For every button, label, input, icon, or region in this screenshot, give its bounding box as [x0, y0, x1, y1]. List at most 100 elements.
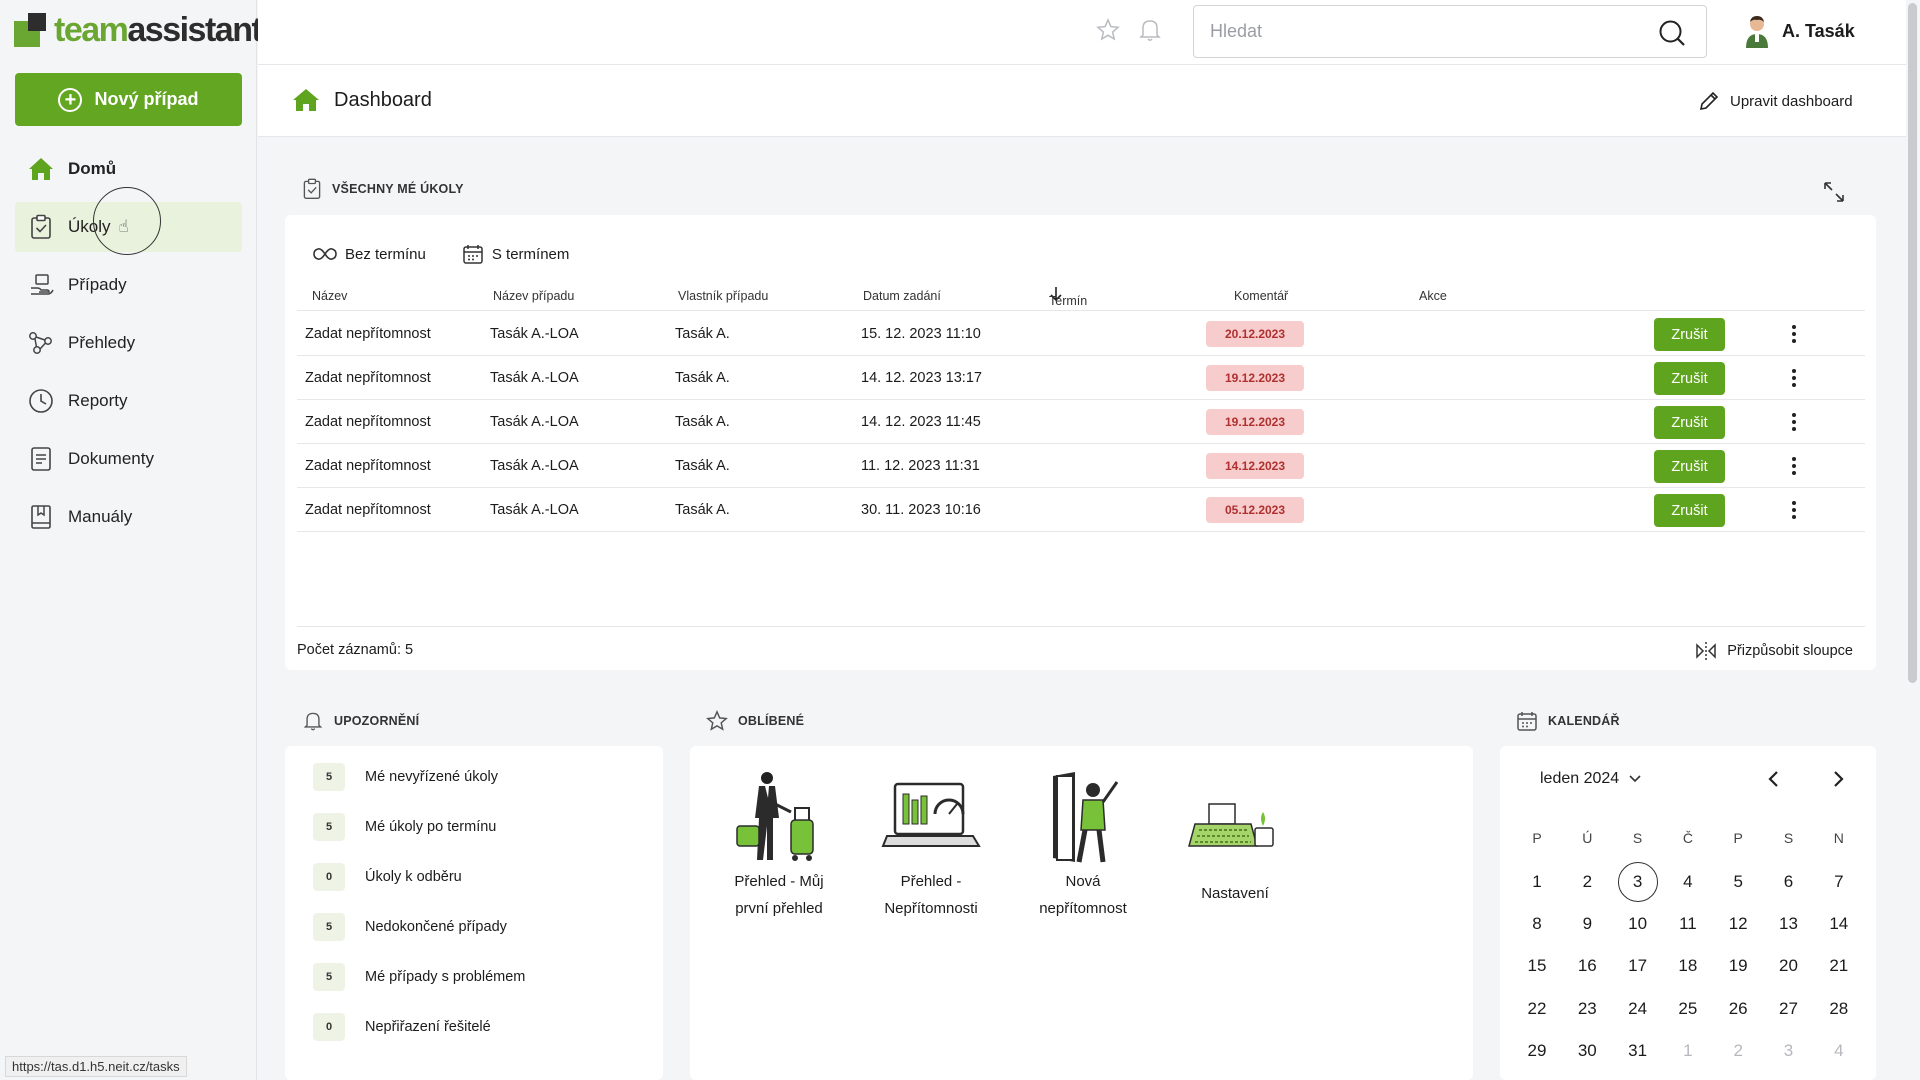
alert-item[interactable]: 0 Nepřiřazení řešitelé: [313, 1013, 491, 1041]
scrollbar-thumb[interactable]: [1908, 3, 1917, 683]
alert-item[interactable]: 5 Mé úkoly po termínu: [313, 813, 496, 841]
more-options-icon[interactable]: [1784, 323, 1804, 345]
more-options-icon[interactable]: [1784, 367, 1804, 389]
calendar-day[interactable]: 4: [1668, 862, 1708, 902]
calendar-day[interactable]: 8: [1517, 904, 1557, 944]
bell-icon[interactable]: [1138, 17, 1162, 48]
task-case[interactable]: Tasák A.-LOA: [490, 414, 579, 430]
calendar-day[interactable]: 14: [1819, 904, 1859, 944]
calendar-day[interactable]: 2: [1567, 862, 1607, 902]
task-case[interactable]: Tasák A.-LOA: [490, 458, 579, 474]
sidebar-item-reports[interactable]: Reporty: [15, 376, 242, 426]
sidebar-item-overviews[interactable]: Přehledy: [15, 318, 242, 368]
task-assigned: 30. 11. 2023 10:16: [861, 502, 981, 518]
user-menu[interactable]: A. Tasák: [1744, 14, 1855, 48]
search-input[interactable]: [1210, 21, 1630, 42]
favorite-new-absence[interactable]: Nová nepřítomnost: [1020, 768, 1146, 922]
calendar-day[interactable]: 26: [1718, 989, 1758, 1029]
new-case-button[interactable]: + Nový případ: [15, 73, 242, 126]
calendar-day[interactable]: 12: [1718, 904, 1758, 944]
calendar-day-next-month[interactable]: 2: [1718, 1031, 1758, 1071]
calendar-day[interactable]: 15: [1517, 946, 1557, 986]
calendar-day[interactable]: 17: [1618, 946, 1658, 986]
column-header-comment[interactable]: Komentář: [1234, 289, 1288, 303]
alert-item[interactable]: 5 Nedokončené případy: [313, 913, 507, 941]
favorite-absences-overview[interactable]: Přehled - Nepřítomnosti: [868, 768, 994, 922]
calendar-day[interactable]: 21: [1819, 946, 1859, 986]
expand-icon[interactable]: [1822, 180, 1846, 209]
table-row[interactable]: Zadat nepřítomnost Tasák A.-LOA Tasák A.…: [297, 400, 1865, 444]
cancel-button[interactable]: Zrušit: [1654, 406, 1725, 439]
table-row[interactable]: Zadat nepřítomnost Tasák A.-LOA Tasák A.…: [297, 356, 1865, 400]
deadline-badge: 19.12.2023: [1206, 409, 1304, 435]
calendar-day[interactable]: 10: [1618, 904, 1658, 944]
column-header-deadline[interactable]: Termín: [1049, 286, 1087, 308]
task-name: Zadat nepřítomnost: [305, 502, 431, 518]
more-options-icon[interactable]: [1784, 499, 1804, 521]
calendar-day[interactable]: 29: [1517, 1031, 1557, 1071]
alert-item[interactable]: 0 Úkoly k odběru: [313, 863, 462, 891]
calendar-day[interactable]: 6: [1769, 862, 1809, 902]
column-header-name[interactable]: Název: [312, 289, 347, 303]
calendar-day[interactable]: 7: [1819, 862, 1859, 902]
calendar-day[interactable]: 23: [1567, 989, 1607, 1029]
favorite-my-overview[interactable]: Přehled - Můj první přehled: [716, 768, 842, 922]
calendar-day-next-month[interactable]: 1: [1668, 1031, 1708, 1071]
calendar-day[interactable]: 22: [1517, 989, 1557, 1029]
home-icon: [28, 156, 54, 182]
calendar-day[interactable]: 13: [1769, 904, 1809, 944]
tab-with-deadline[interactable]: S termínem: [462, 243, 569, 265]
document-icon: [28, 446, 54, 472]
favorite-settings[interactable]: Nastavení: [1172, 768, 1298, 907]
calendar-day[interactable]: 3: [1617, 862, 1658, 902]
calendar-day-next-month[interactable]: 4: [1819, 1031, 1859, 1071]
calendar-day[interactable]: 18: [1668, 946, 1708, 986]
sidebar-item-manuals[interactable]: Manuály: [15, 492, 242, 542]
search-icon[interactable]: [1658, 19, 1686, 52]
alert-item[interactable]: 5 Mé případy s problémem: [313, 963, 525, 991]
tab-no-deadline[interactable]: Bez termínu: [313, 243, 426, 265]
customize-columns-button[interactable]: Přizpůsobit sloupce: [1695, 641, 1853, 661]
column-header-assigned[interactable]: Datum zadání: [863, 289, 941, 303]
calendar-day[interactable]: 5: [1718, 862, 1758, 902]
calendar-day[interactable]: 20: [1769, 946, 1809, 986]
sidebar-item-cases[interactable]: Případy: [15, 260, 242, 310]
calendar-day[interactable]: 27: [1769, 989, 1809, 1029]
task-case[interactable]: Tasák A.-LOA: [490, 502, 579, 518]
calendar-day[interactable]: 28: [1819, 989, 1859, 1029]
star-icon[interactable]: [1096, 18, 1120, 47]
table-row[interactable]: Zadat nepřítomnost Tasák A.-LOA Tasák A.…: [297, 488, 1865, 532]
cancel-button[interactable]: Zrušit: [1654, 362, 1725, 395]
count-badge: 5: [313, 813, 345, 841]
task-case[interactable]: Tasák A.-LOA: [490, 370, 579, 386]
calendar-day[interactable]: 30: [1567, 1031, 1607, 1071]
column-header-owner[interactable]: Vlastník případu: [678, 289, 768, 303]
calendar-day[interactable]: 1: [1517, 862, 1557, 902]
cancel-button[interactable]: Zrušit: [1654, 494, 1725, 527]
calendar-day[interactable]: 25: [1668, 989, 1708, 1029]
task-case[interactable]: Tasák A.-LOA: [490, 326, 579, 342]
column-header-case[interactable]: Název případu: [493, 289, 574, 303]
calendar-day[interactable]: 31: [1618, 1031, 1658, 1071]
more-options-icon[interactable]: [1784, 455, 1804, 477]
teamassistant-logo[interactable]: teamassistant: [14, 12, 263, 48]
avatar: [1746, 16, 1768, 48]
more-options-icon[interactable]: [1784, 411, 1804, 433]
cancel-button[interactable]: Zrušit: [1654, 450, 1725, 483]
calendar-day[interactable]: 16: [1567, 946, 1607, 986]
calendar-day[interactable]: 11: [1668, 904, 1708, 944]
table-row[interactable]: Zadat nepřítomnost Tasák A.-LOA Tasák A.…: [297, 312, 1865, 356]
month-selector[interactable]: leden 2024: [1540, 770, 1641, 788]
previous-month-icon[interactable]: [1766, 768, 1782, 795]
edit-dashboard-button[interactable]: Upravit dashboard: [1698, 90, 1853, 112]
calendar-day[interactable]: 24: [1618, 989, 1658, 1029]
sidebar-item-documents[interactable]: Dokumenty: [15, 434, 242, 484]
calendar-day-next-month[interactable]: 3: [1769, 1031, 1809, 1071]
cancel-button[interactable]: Zrušit: [1654, 318, 1725, 351]
alert-label: Mé případy s problémem: [365, 969, 526, 985]
calendar-day[interactable]: 19: [1718, 946, 1758, 986]
table-row[interactable]: Zadat nepřítomnost Tasák A.-LOA Tasák A.…: [297, 444, 1865, 488]
alert-item[interactable]: 5 Mé nevyřízené úkoly: [313, 763, 498, 791]
next-month-icon[interactable]: [1830, 768, 1846, 795]
calendar-day[interactable]: 9: [1567, 904, 1607, 944]
